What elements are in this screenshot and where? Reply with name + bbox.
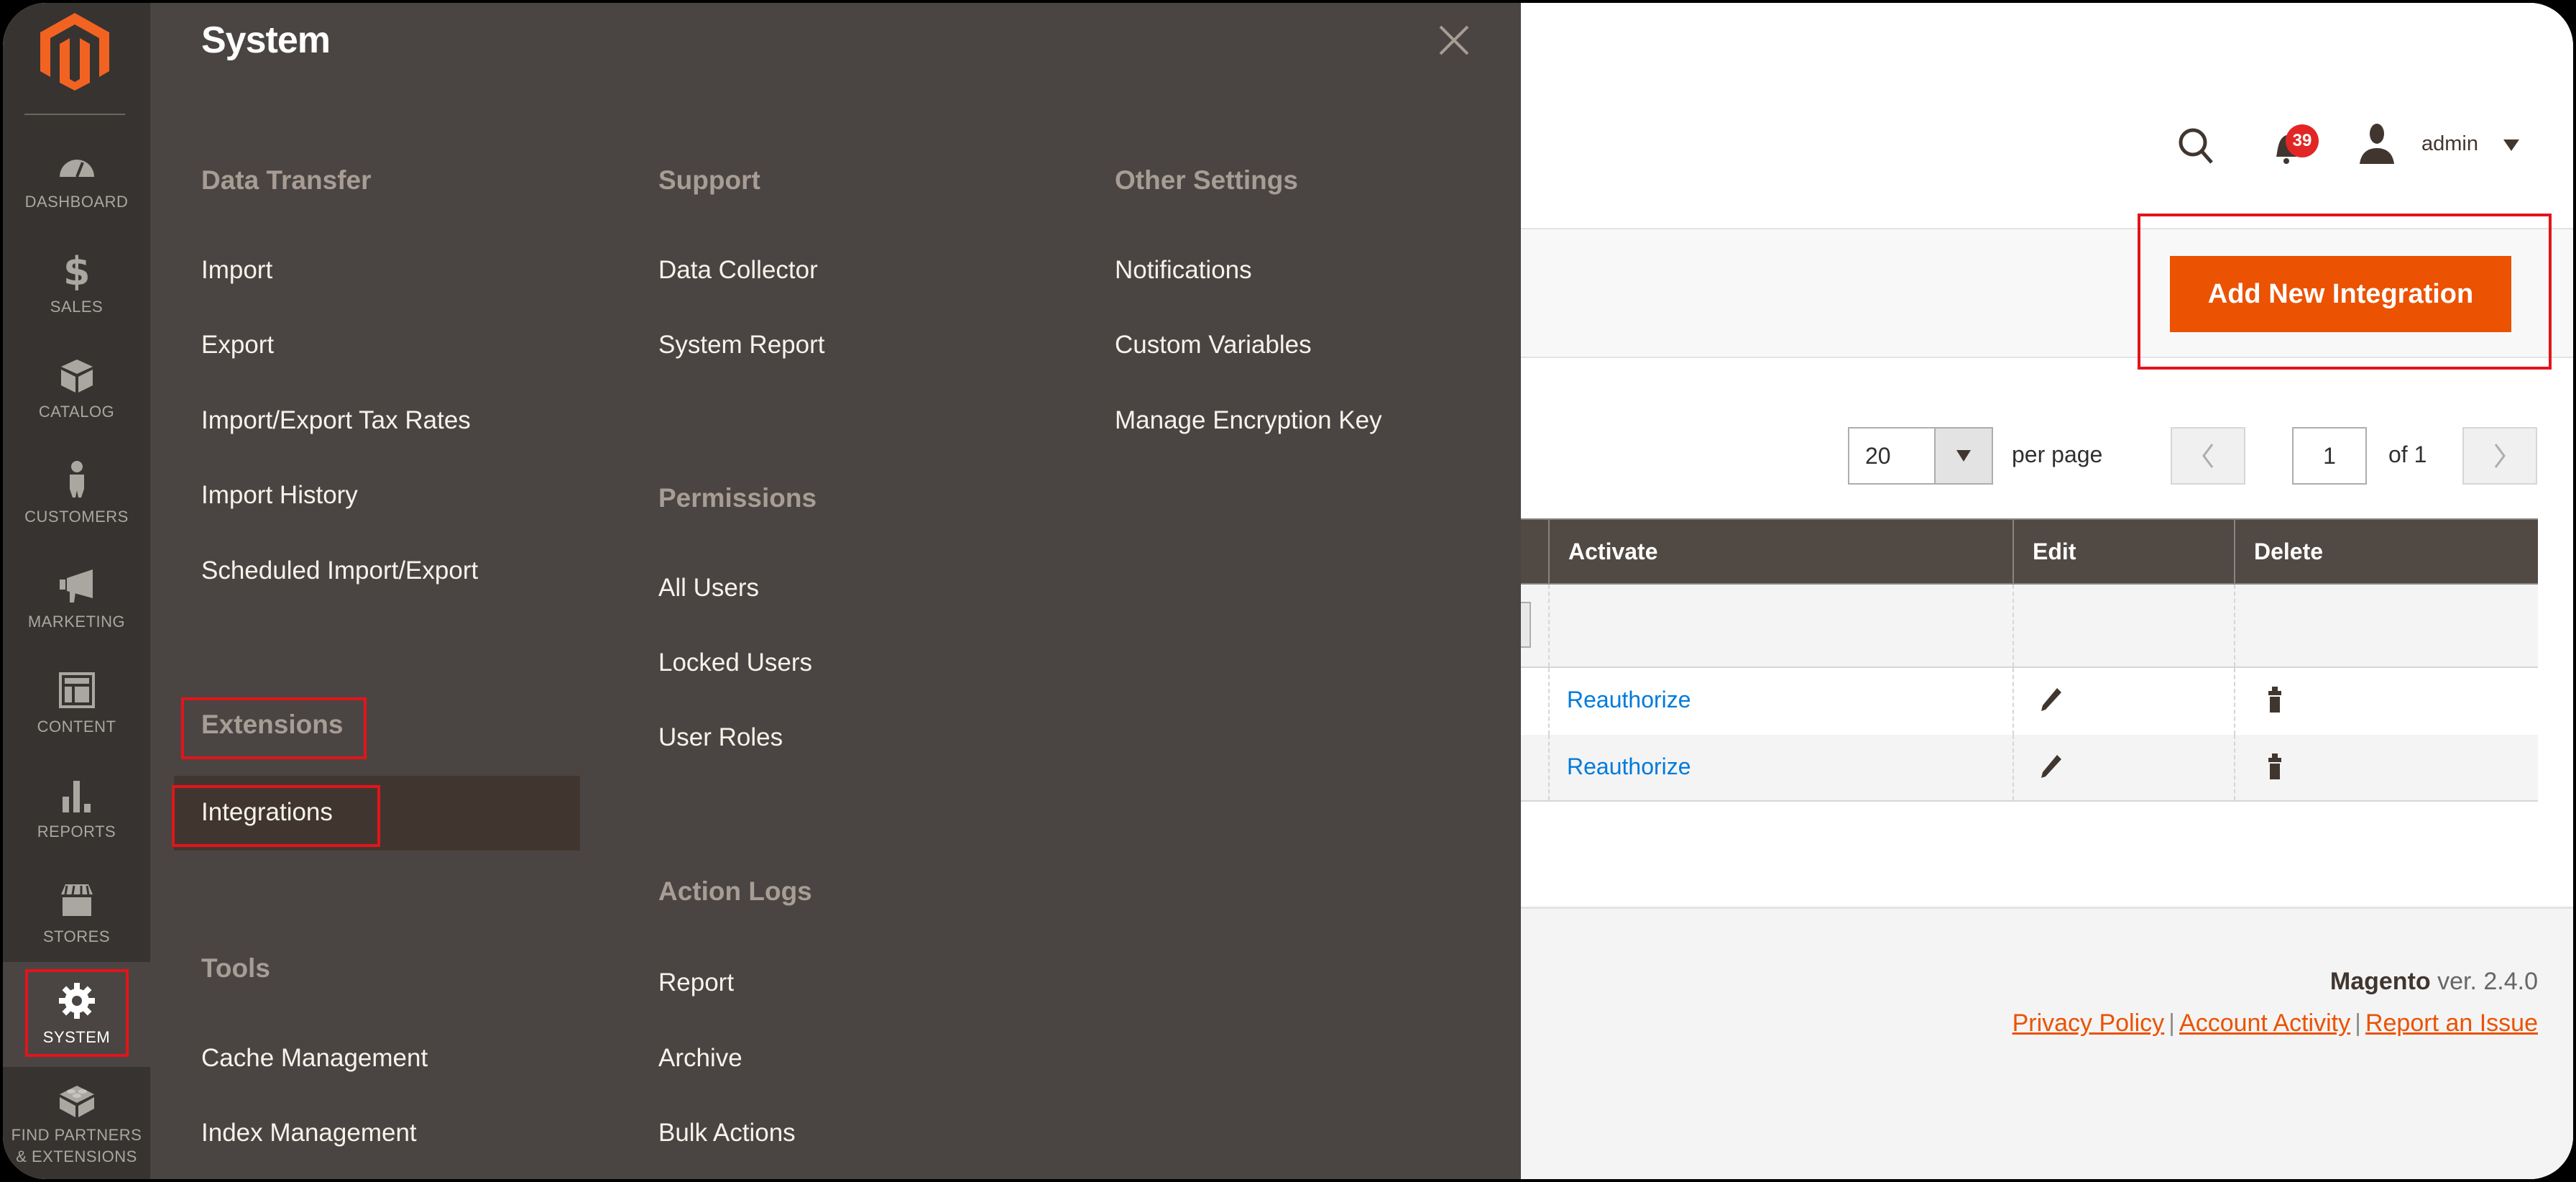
nav-item-stores[interactable]: STORES	[3, 861, 150, 966]
menu-link-export[interactable]: Export	[201, 331, 274, 359]
close-icon[interactable]	[1438, 24, 1470, 56]
user-avatar-icon[interactable]	[2357, 122, 2397, 165]
nav-item-customers[interactable]: CUSTOMERS	[3, 441, 150, 546]
admin-username[interactable]: admin	[2421, 132, 2478, 156]
nav-item-system[interactable]: SYSTEM	[3, 962, 150, 1067]
menu-link-report[interactable]: Report	[658, 968, 734, 997]
grid-filter-row	[1521, 583, 2538, 668]
grid-header-row: Activate Edit Delete	[1521, 518, 2538, 583]
menu-link-cache-management[interactable]: Cache Management	[201, 1044, 428, 1073]
chevron-down-icon[interactable]	[2503, 139, 2519, 151]
menu-heading-support: Support	[658, 165, 760, 195]
dollar-icon: $	[63, 250, 90, 290]
magento-logo[interactable]	[40, 13, 109, 91]
menu-heading-permissions: Permissions	[658, 483, 817, 513]
menu-link-data-collector[interactable]: Data Collector	[658, 256, 818, 285]
previous-page-button[interactable]	[2171, 427, 2245, 485]
trash-icon[interactable]	[2261, 685, 2290, 714]
svg-text:$: $	[63, 250, 90, 290]
page-footer: Magento ver. 2.4.0 Privacy Policy | Accoun…	[1521, 907, 2573, 1179]
menu-heading-other-settings: Other Settings	[1115, 165, 1298, 195]
menu-link-user-roles[interactable]: User Roles	[658, 723, 783, 752]
footer-version: ver. 2.4.0	[2437, 968, 2538, 995]
table-row: Reauthorize	[1521, 735, 2538, 802]
menu-link-bulk-actions[interactable]: Bulk Actions	[658, 1119, 796, 1147]
reauthorize-link[interactable]: Reauthorize	[1567, 753, 1691, 780]
table-row: Reauthorize	[1521, 668, 2538, 735]
column-header-delete[interactable]: Delete	[2234, 520, 2538, 583]
nav-divider	[24, 114, 125, 115]
column-header-activate[interactable]: Activate	[1548, 520, 2012, 583]
flyout-title: System	[201, 19, 331, 61]
page-actions-bar: Add New Integration	[1521, 228, 2573, 358]
search-icon[interactable]	[2176, 125, 2219, 168]
trash-icon[interactable]	[2261, 752, 2290, 781]
nav-item-find-partners[interactable]: FIND PARTNERS & EXTENSIONS	[3, 1067, 150, 1179]
menu-heading-data-transfer: Data Transfer	[201, 165, 372, 195]
account-activity-link[interactable]: Account Activity	[2179, 1009, 2350, 1037]
magento-version: Magento ver. 2.4.0	[2330, 968, 2538, 996]
menu-link-locked-users[interactable]: Locked Users	[658, 649, 812, 677]
menu-link-custom-variables[interactable]: Custom Variables	[1115, 331, 1312, 359]
storefront-icon	[60, 884, 93, 916]
gear-icon	[58, 983, 95, 1019]
add-new-integration-button[interactable]: Add New Integration	[2170, 256, 2511, 332]
menu-link-all-users[interactable]: All Users	[658, 574, 759, 603]
page-count-label: of 1	[2388, 441, 2427, 467]
grid-pager: 20 per page of 1	[1521, 427, 2573, 485]
menu-link-notifications[interactable]: Notifications	[1115, 256, 1252, 285]
nav-item-reports[interactable]: REPORTS	[3, 756, 150, 861]
nav-item-dashboard[interactable]: DASHBOARD	[3, 127, 150, 232]
main-content: 39 admin Add New Integration 20 per page	[1521, 3, 2573, 1179]
chevron-right-icon	[2494, 444, 2506, 468]
menu-heading-extensions: Extensions	[201, 710, 344, 739]
layout-icon	[58, 672, 95, 708]
bar-chart-icon	[62, 781, 91, 812]
current-page-input[interactable]	[2292, 427, 2367, 485]
menu-link-system-report[interactable]: System Report	[658, 331, 824, 359]
box-icon	[60, 359, 93, 393]
menu-link-import-history[interactable]: Import History	[201, 481, 358, 510]
chevron-down-icon[interactable]	[1934, 429, 1992, 483]
lego-brick-icon	[59, 1086, 94, 1117]
next-page-button[interactable]	[2462, 427, 2537, 485]
menu-link-index-management[interactable]: Index Management	[201, 1119, 417, 1147]
menu-link-manage-encryption-key[interactable]: Manage Encryption Key	[1115, 406, 1382, 435]
chevron-left-icon	[2202, 444, 2214, 468]
system-flyout-menu: System Data Transfer Import Export Impor…	[150, 3, 1521, 1179]
report-an-issue-link[interactable]: Report an Issue	[2365, 1009, 2538, 1037]
dashboard-gauge-icon	[59, 160, 94, 178]
menu-link-scheduled-import-export[interactable]: Scheduled Import/Export	[201, 556, 478, 585]
per-page-label: per page	[2012, 441, 2103, 467]
nav-item-marketing[interactable]: MARKETING	[3, 546, 150, 651]
footer-links: Privacy Policy | Account Activity | Report a…	[2012, 1009, 2538, 1037]
pencil-icon[interactable]	[2037, 685, 2066, 714]
nav-item-content[interactable]: CONTENT	[3, 651, 150, 756]
pencil-icon[interactable]	[2037, 752, 2066, 781]
footer-brand: Magento	[2329, 968, 2431, 995]
admin-sidebar: DASHBOARD $ SALES CATALOG CUSTOMERS MARK…	[3, 3, 150, 1179]
per-page-select[interactable]: 20	[1848, 427, 1993, 485]
menu-link-import-export-tax-rates[interactable]: Import/Export Tax Rates	[201, 406, 471, 435]
menu-link-archive[interactable]: Archive	[658, 1044, 742, 1073]
header-actions: 39 admin	[1521, 118, 2573, 175]
notification-count-badge[interactable]: 39	[2286, 124, 2319, 157]
column-header-edit[interactable]: Edit	[2012, 520, 2234, 583]
privacy-policy-link[interactable]: Privacy Policy	[2012, 1009, 2165, 1037]
menu-link-integrations[interactable]: Integrations	[201, 798, 333, 827]
nav-item-catalog[interactable]: CATALOG	[3, 336, 150, 441]
person-icon	[69, 461, 84, 498]
menu-heading-tools: Tools	[201, 953, 270, 983]
reauthorize-link[interactable]: Reauthorize	[1567, 687, 1691, 713]
menu-link-import[interactable]: Import	[201, 256, 272, 285]
app-window: DASHBOARD $ SALES CATALOG CUSTOMERS MARK…	[3, 3, 2573, 1179]
menu-heading-action-logs: Action Logs	[658, 876, 812, 906]
megaphone-icon	[59, 569, 93, 603]
nav-item-sales[interactable]: $ SALES	[3, 232, 150, 336]
filter-input-partial[interactable]	[1521, 602, 1531, 648]
